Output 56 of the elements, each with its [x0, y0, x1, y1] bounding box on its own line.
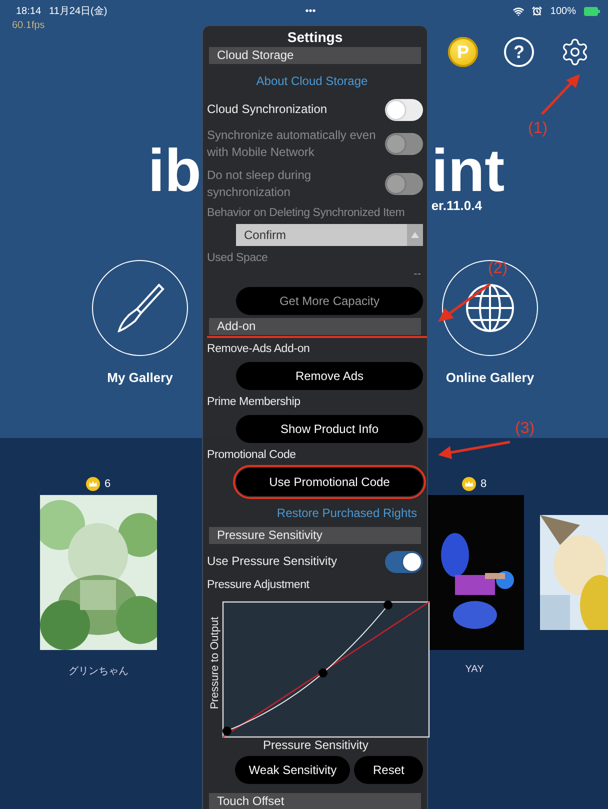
section-header: Touch Offset [209, 793, 421, 809]
rank-number: 6 [104, 478, 111, 490]
section-header: Pressure Sensitivity [209, 527, 421, 544]
axis-label: Pressure to Output [209, 616, 221, 712]
link[interactable]: Restore Purchased Rights [207, 499, 423, 527]
gallery-label: Online Gallery [446, 370, 534, 385]
setting-label: Cloud Synchronization [207, 101, 328, 118]
brush-icon [115, 281, 165, 335]
crown-icon [86, 477, 100, 491]
annotation-label: (1) [528, 120, 548, 138]
artwork-title: YAY [465, 664, 484, 675]
setting-label: Synchronize automatically even with Mobile Network [207, 127, 377, 161]
gallery-button[interactable] [442, 260, 538, 356]
section-header: Cloud Storage [209, 47, 421, 64]
gallery-button[interactable] [92, 260, 188, 356]
annotation-label: (2) [488, 260, 508, 278]
axis-label: Pressure Sensitivity [263, 738, 368, 752]
wifi-icon [513, 6, 524, 16]
gallery-label: My Gallery [107, 370, 173, 385]
battery-icon [584, 6, 600, 16]
action-button[interactable]: Weak Sensitivity [235, 756, 350, 784]
action-button[interactable]: Remove Ads [236, 362, 423, 390]
setting-label: Used Space [207, 251, 269, 266]
crown-icon [462, 477, 476, 491]
setting-label: Do not sleep during synchronization [207, 167, 312, 201]
fps-counter: 60.1fps [12, 20, 45, 31]
settings-icon[interactable] [560, 37, 590, 67]
multitask-dots[interactable]: ••• [305, 6, 316, 16]
globe-icon [464, 282, 516, 334]
rank-number: 8 [480, 478, 487, 490]
status-date: 11月24日(金) [49, 5, 108, 18]
action-button[interactable]: Reset [354, 756, 423, 784]
pressure-curve-drawing[interactable] [221, 599, 431, 739]
action-button[interactable]: Show Product Info [236, 415, 423, 443]
setting-label: Remove-Ads Add-on [207, 342, 311, 357]
used-space-value: -- [412, 268, 422, 282]
toggle-switch[interactable] [385, 550, 423, 572]
setting-label: Behavior on Deleting Synchronized Item [207, 206, 406, 221]
annotation-arrow [540, 72, 582, 116]
artwork-title: グリンちゃん [68, 665, 128, 678]
link[interactable]: About Cloud Storage [207, 67, 423, 95]
help-button[interactable]: ? [504, 37, 534, 67]
caret-icon [411, 232, 419, 238]
setting-label: Prime Membership [207, 395, 302, 410]
battery-level: 100% [550, 6, 576, 16]
toggle-switch[interactable] [385, 98, 423, 120]
status-time: 18:14 [16, 6, 42, 16]
app-logo: ib [148, 140, 202, 202]
alarm-icon [532, 6, 542, 16]
action-button[interactable]: Use Promotional Code [236, 468, 423, 496]
setting-label: Promotional Code [207, 448, 297, 463]
panel-title: Settings [286, 28, 344, 47]
setting-label: Use Pressure Sensitivity [207, 553, 338, 570]
annotation-label: (3) [515, 420, 535, 438]
setting-label: Pressure Adjustment [207, 578, 310, 593]
annotation-arrow [436, 282, 492, 324]
